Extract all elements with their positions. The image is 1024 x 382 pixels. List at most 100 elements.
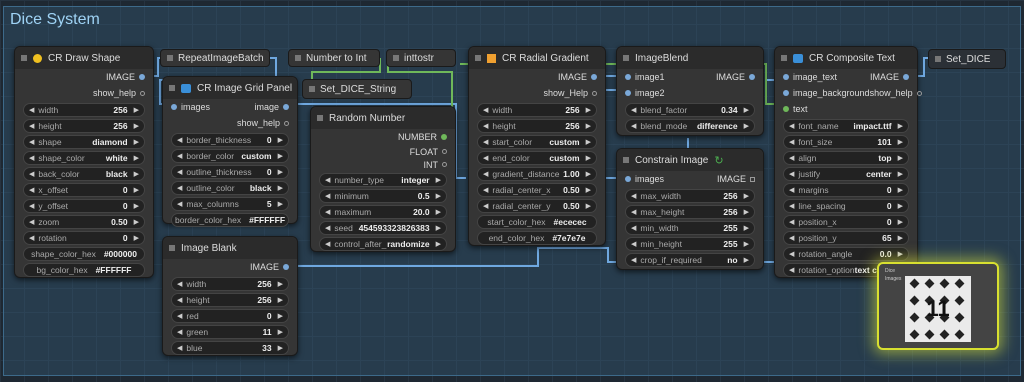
increment-arrow-icon[interactable]: ▶ [278, 136, 283, 144]
decrement-arrow-icon[interactable]: ◀ [631, 208, 636, 216]
preview-thumbnail[interactable]: Dice Images 11 [877, 262, 999, 350]
decrement-arrow-icon[interactable]: ◀ [177, 344, 182, 352]
increment-arrow-icon[interactable]: ▶ [898, 186, 903, 194]
increment-arrow-icon[interactable]: ▶ [898, 138, 903, 146]
gradient-distance-widget[interactable]: ◀ gradient_distance 1.00 ▶ [477, 167, 597, 181]
max-width-widget[interactable]: ◀ max_width 256 ▶ [625, 189, 755, 203]
increment-arrow-icon[interactable]: ▶ [744, 256, 749, 264]
maximum-widget[interactable]: ◀ maximum 20.0 ▶ [319, 205, 447, 219]
collapse-toggle[interactable] [21, 55, 27, 61]
output-slot-image[interactable] [591, 74, 597, 80]
decrement-arrow-icon[interactable]: ◀ [789, 122, 794, 130]
node-image-blank[interactable]: Image Blank IMAGE ◀ width 256 ▶ ◀ height 256 ▶ ◀… [162, 236, 298, 356]
decrement-arrow-icon[interactable]: ◀ [177, 184, 182, 192]
increment-arrow-icon[interactable]: ▶ [898, 154, 903, 162]
blue-widget[interactable]: ◀ blue 33 ▶ [171, 341, 289, 355]
collapse-toggle[interactable] [623, 157, 629, 163]
increment-arrow-icon[interactable]: ▶ [278, 168, 283, 176]
increment-arrow-icon[interactable]: ▶ [134, 234, 139, 242]
decrement-arrow-icon[interactable]: ◀ [483, 138, 488, 146]
outline-thickness-widget[interactable]: ◀ outline_thickness 0 ▶ [171, 165, 289, 179]
decrement-arrow-icon[interactable]: ◀ [631, 224, 636, 232]
collapse-toggle[interactable] [317, 115, 323, 121]
decrement-arrow-icon[interactable]: ◀ [29, 186, 34, 194]
rotation-angle-widget[interactable]: ◀ rotation_angle 0.0 ▶ [783, 247, 909, 261]
node-set-dice-string[interactable]: Set_DICE_String [302, 79, 412, 99]
start-color-widget[interactable]: ◀ start_color custom ▶ [477, 135, 597, 149]
input-slot-images[interactable] [171, 104, 177, 110]
red-widget[interactable]: ◀ red 0 ▶ [171, 309, 289, 323]
decrement-arrow-icon[interactable]: ◀ [631, 192, 636, 200]
decrement-arrow-icon[interactable]: ◀ [789, 170, 794, 178]
width-widget[interactable]: ◀ width 256 ▶ [23, 103, 145, 117]
height-widget[interactable]: ◀ height 256 ▶ [171, 293, 289, 307]
input-slot-image-text[interactable] [783, 74, 789, 80]
increment-arrow-icon[interactable]: ▶ [898, 218, 903, 226]
increment-arrow-icon[interactable]: ▶ [898, 234, 903, 242]
decrement-arrow-icon[interactable]: ◀ [483, 186, 488, 194]
font-name-widget[interactable]: ◀ font_name impact.ttf ▶ [783, 119, 909, 133]
output-slot-image[interactable] [139, 74, 145, 80]
increment-arrow-icon[interactable]: ▶ [134, 106, 139, 114]
decrement-arrow-icon[interactable]: ◀ [177, 296, 182, 304]
decrement-arrow-icon[interactable]: ◀ [177, 200, 182, 208]
increment-arrow-icon[interactable]: ▶ [586, 138, 591, 146]
y-offset-widget[interactable]: ◀ y_offset 0 ▶ [23, 199, 145, 213]
increment-arrow-icon[interactable]: ▶ [436, 240, 441, 248]
outline-color-widget[interactable]: ◀ outline_color black ▶ [171, 181, 289, 195]
radial-center-x-widget[interactable]: ◀ radial_center_x 0.50 ▶ [477, 183, 597, 197]
increment-arrow-icon[interactable]: ▶ [586, 186, 591, 194]
increment-arrow-icon[interactable]: ▶ [278, 200, 283, 208]
increment-arrow-icon[interactable]: ▶ [278, 280, 283, 288]
align-widget[interactable]: ◀ align top ▶ [783, 151, 909, 165]
decrement-arrow-icon[interactable]: ◀ [789, 202, 794, 210]
decrement-arrow-icon[interactable]: ◀ [483, 106, 488, 114]
decrement-arrow-icon[interactable]: ◀ [789, 186, 794, 194]
decrement-arrow-icon[interactable]: ◀ [789, 234, 794, 242]
decrement-arrow-icon[interactable]: ◀ [29, 170, 34, 178]
input-slot-images[interactable] [625, 176, 631, 182]
node-random-number[interactable]: Random Number NUMBER FLOAT INT ◀ number_t… [310, 106, 456, 252]
decrement-arrow-icon[interactable]: ◀ [789, 218, 794, 226]
decrement-arrow-icon[interactable]: ◀ [29, 154, 34, 162]
border-color-widget[interactable]: ◀ border_color custom ▶ [171, 149, 289, 163]
increment-arrow-icon[interactable]: ▶ [586, 122, 591, 130]
radial-center-y-widget[interactable]: ◀ radial_center_y 0.50 ▶ [477, 199, 597, 213]
node-cr-image-grid-panel[interactable]: CR Image Grid Panel images image show_hel… [162, 76, 298, 227]
increment-arrow-icon[interactable]: ▶ [744, 192, 749, 200]
decrement-arrow-icon[interactable]: ◀ [325, 176, 330, 184]
max-height-widget[interactable]: ◀ max_height 256 ▶ [625, 205, 755, 219]
output-slot-float[interactable] [442, 149, 447, 154]
rotation-widget[interactable]: ◀ rotation 0 ▶ [23, 231, 145, 245]
increment-arrow-icon[interactable]: ▶ [278, 296, 283, 304]
control-after--widget[interactable]: ◀ control_after_ randomize ▶ [319, 237, 447, 251]
increment-arrow-icon[interactable]: ▶ [586, 106, 591, 114]
shape-color-hex-field[interactable]: shape_color_hex #000000 [23, 247, 145, 261]
node-constrain-image[interactable]: Constrain Image ↻ images IMAGE ◀ max_width 2… [616, 148, 764, 270]
collapse-toggle[interactable] [169, 85, 175, 91]
output-slot-show-help[interactable] [592, 90, 597, 96]
min-width-widget[interactable]: ◀ min_width 255 ▶ [625, 221, 755, 235]
collapse-toggle[interactable] [781, 55, 787, 61]
line-spacing-widget[interactable]: ◀ line_spacing 0 ▶ [783, 199, 909, 213]
decrement-arrow-icon[interactable]: ◀ [177, 152, 182, 160]
shape-color-widget[interactable]: ◀ shape_color white ▶ [23, 151, 145, 165]
increment-arrow-icon[interactable]: ▶ [134, 154, 139, 162]
increment-arrow-icon[interactable]: ▶ [898, 170, 903, 178]
blend-mode-widget[interactable]: ◀ blend_mode difference ▶ [625, 119, 755, 133]
zoom-widget[interactable]: ◀ zoom 0.50 ▶ [23, 215, 145, 229]
increment-arrow-icon[interactable]: ▶ [744, 122, 749, 130]
decrement-arrow-icon[interactable]: ◀ [29, 122, 34, 130]
output-slot-image[interactable] [283, 264, 289, 270]
decrement-arrow-icon[interactable]: ◀ [483, 154, 488, 162]
node-image-blend[interactable]: ImageBlend image1 IMAGE image2 ◀ blend_fac… [616, 46, 764, 136]
decrement-arrow-icon[interactable]: ◀ [29, 218, 34, 226]
decrement-arrow-icon[interactable]: ◀ [789, 250, 794, 258]
decrement-arrow-icon[interactable]: ◀ [29, 202, 34, 210]
bg-color-hex-field[interactable]: bg_color_hex #FFFFFF [23, 263, 145, 277]
output-slot-int[interactable] [442, 162, 447, 167]
decrement-arrow-icon[interactable]: ◀ [631, 256, 636, 264]
node-cr-radial-gradient[interactable]: CR Radial Gradient IMAGE show_Help ◀ widt… [468, 46, 606, 246]
decrement-arrow-icon[interactable]: ◀ [177, 168, 182, 176]
increment-arrow-icon[interactable]: ▶ [278, 344, 283, 352]
